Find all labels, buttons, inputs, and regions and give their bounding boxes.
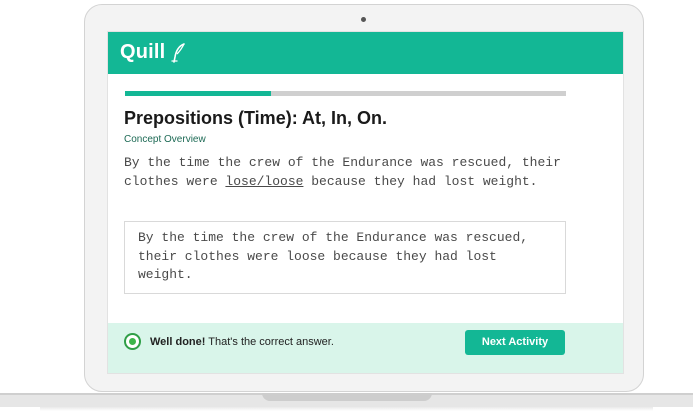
- prompt-text: By the time the crew of the Endurance wa…: [124, 154, 574, 191]
- feedback-bar: Well done! That's the correct answer. Ne…: [108, 323, 623, 373]
- webcam-icon: [361, 17, 366, 22]
- app-header: Quill: [108, 32, 623, 74]
- feedback-strong: Well done!: [150, 336, 206, 348]
- prompt-after: because they had lost weight.: [303, 173, 538, 189]
- activity-title: Prepositions (Time): At, In, On.: [124, 108, 388, 128]
- laptop-shadow: [40, 407, 653, 411]
- feedback-detail: That's the correct answer.: [205, 336, 334, 348]
- quill-icon: [171, 43, 185, 63]
- check-dot: [129, 338, 136, 345]
- check-circle-icon: [124, 333, 141, 350]
- laptop-screen: Quill Prepositions (Time): At, In, On. C…: [107, 31, 624, 374]
- next-activity-button[interactable]: Next Activity: [465, 330, 565, 355]
- laptop-base-notch: [262, 393, 432, 401]
- answer-text: By the time the crew of the Endurance wa…: [138, 230, 529, 282]
- answer-input[interactable]: By the time the crew of the Endurance wa…: [124, 221, 566, 294]
- prompt-choice: lose/loose: [225, 173, 304, 189]
- progress-fill: [125, 91, 271, 96]
- feedback-message: Well done! That's the correct answer.: [150, 336, 334, 348]
- progress-bar: [125, 91, 566, 96]
- concept-overview-link[interactable]: Concept Overview: [124, 134, 206, 145]
- app-logo[interactable]: Quill: [120, 41, 165, 64]
